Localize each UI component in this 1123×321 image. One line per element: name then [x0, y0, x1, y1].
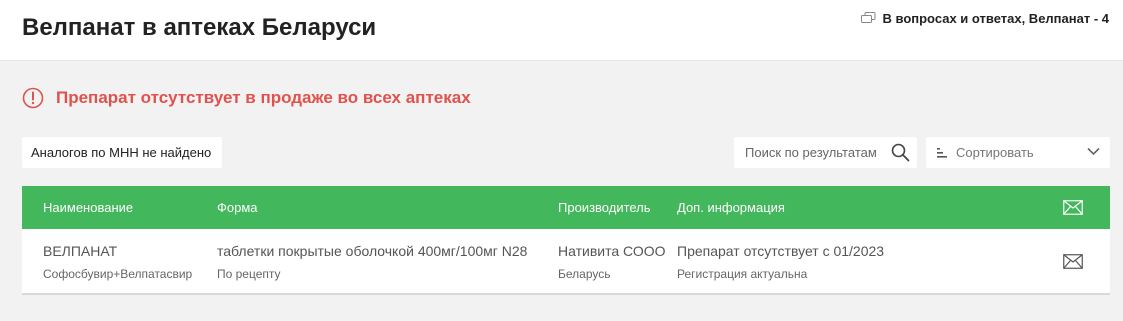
- column-header-info: Доп. информация: [677, 200, 785, 215]
- drug-manufacturer: Нативита СООО: [558, 243, 666, 259]
- registration-status: Регистрация актуальна: [677, 267, 808, 281]
- qa-link[interactable]: В вопросах и ответах, Велпанат - 4: [860, 11, 1110, 26]
- envelope-icon[interactable]: [1063, 254, 1083, 269]
- drug-form: таблетки покрытые оболочкой 400мг/100мг …: [217, 243, 528, 259]
- qa-link-label[interactable]: В вопросах и ответах, Велпанат - 4: [883, 11, 1110, 26]
- drug-dispensing: По рецепту: [217, 267, 281, 281]
- drug-inn: Софосбувир+Велпатасвир: [43, 267, 193, 281]
- search-box[interactable]: [734, 137, 917, 168]
- unavailable-alert: Препарат отсутствует в продаже во всех а…: [22, 87, 471, 109]
- sort-icon: [937, 147, 947, 158]
- analogs-button[interactable]: Аналогов по МНН не найдено: [22, 137, 222, 168]
- results-table: Наименование Форма Производитель Доп. ин…: [22, 186, 1110, 295]
- drug-name[interactable]: ВЕЛПАНАТ: [43, 243, 117, 259]
- column-header-name: Наименование: [43, 200, 134, 215]
- manufacturer-country: Беларусь: [558, 267, 611, 281]
- search-input[interactable]: [745, 145, 885, 160]
- table-row[interactable]: ВЕЛПАНАТ Софосбувир+Велпатасвир таблетки…: [22, 229, 1110, 295]
- search-icon[interactable]: [891, 143, 910, 162]
- column-header-form: Форма: [217, 200, 258, 215]
- table-header: Наименование Форма Производитель Доп. ин…: [22, 186, 1110, 229]
- exclamation-circle-icon: [22, 87, 44, 109]
- chevron-down-icon: [1087, 147, 1100, 156]
- alert-text: Препарат отсутствует в продаже во всех а…: [56, 88, 471, 107]
- sort-dropdown[interactable]: Сортировать: [926, 137, 1110, 168]
- chat-bubbles-icon: [860, 12, 875, 23]
- sort-label: Сортировать: [956, 145, 1034, 160]
- drug-availability-info: Препарат отсутствует с 01/2023: [677, 243, 885, 259]
- top-bar: Велпанат в аптеках Беларуси В вопросах и…: [0, 0, 1123, 61]
- page-title: Велпанат в аптеках Беларуси: [22, 14, 377, 41]
- column-header-manufacturer: Производитель: [558, 200, 651, 215]
- envelope-icon[interactable]: [1063, 200, 1083, 215]
